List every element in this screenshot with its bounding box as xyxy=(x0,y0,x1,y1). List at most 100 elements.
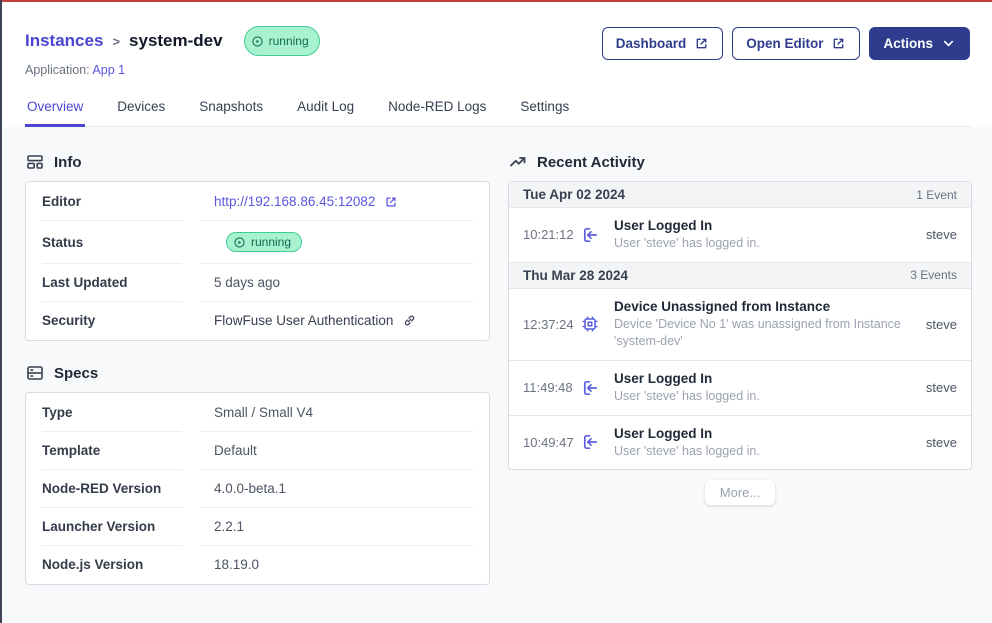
dashboard-button-label: Dashboard xyxy=(616,37,687,51)
event-main: User Logged InUser 'steve' has logged in… xyxy=(614,426,926,460)
top-accent-line xyxy=(0,0,992,2)
content-area: Info Editor http://192.168.86.45:12082 Sta… xyxy=(0,127,992,623)
event-main: User Logged In User 'steve' has logged in… xyxy=(614,371,926,405)
chip-icon xyxy=(580,314,600,334)
login-icon xyxy=(580,378,600,398)
activity-date: Thu Mar 28 2024 xyxy=(523,268,628,283)
chevron-down-icon xyxy=(941,36,956,51)
specs-value: 18.19.0 xyxy=(200,545,473,583)
specs-row: TemplateDefault xyxy=(42,431,473,469)
page-header: Instances > system-dev running Applicati… xyxy=(0,0,992,127)
specs-row: Launcher Version 2.2.1 xyxy=(42,507,473,545)
tab-node-red-logs[interactable]: Node-RED Logs xyxy=(386,99,488,127)
event-title: User Logged In xyxy=(614,218,914,233)
info-value: 5 days ago xyxy=(200,263,473,301)
server-icon xyxy=(25,363,45,383)
event-title: Device Unassigned from Instance xyxy=(614,299,914,314)
info-row: SecurityFlowFuse User Authentication xyxy=(42,301,473,339)
right-column: Recent Activity Tue Apr 02 2024 1 Event 10… xyxy=(508,152,972,505)
tab-audit-log[interactable]: Audit Log xyxy=(295,99,356,127)
event-title: User Logged In xyxy=(614,371,914,386)
open-editor-button[interactable]: Open Editor xyxy=(732,27,860,60)
external-link-icon xyxy=(384,195,398,209)
breadcrumb-instances-link[interactable]: Instances xyxy=(25,29,103,53)
header-actions: Dashboard Open Editor Actions xyxy=(602,27,970,60)
activity-event-row: 12:37:24Device Unassigned from InstanceD… xyxy=(509,289,971,361)
specs-row: Node.js Version 18.19.0 xyxy=(42,545,473,583)
event-user: steve xyxy=(926,380,957,395)
specs-row: Type Small / Small V4 xyxy=(42,394,473,431)
event-description: Device 'Device No 1' was unassigned from… xyxy=(614,316,914,350)
tab-overview[interactable]: Overview xyxy=(25,99,85,127)
tab-settings[interactable]: Settings xyxy=(518,99,571,127)
play-circle-icon xyxy=(233,236,246,249)
event-description: User 'steve' has logged in. xyxy=(614,235,914,252)
specs-value: 4.0.0-beta.1 xyxy=(200,469,473,507)
specs-section-heading: Specs xyxy=(25,363,490,383)
info-label: Last Updated xyxy=(42,263,182,301)
info-label: Editor xyxy=(42,183,182,220)
specs-label: Node-RED Version xyxy=(42,469,182,507)
left-column: Info Editor http://192.168.86.45:12082 Sta… xyxy=(25,152,490,585)
event-user: steve xyxy=(926,227,957,242)
specs-value: 2.2.1 xyxy=(200,507,473,545)
info-value: http://192.168.86.45:12082 xyxy=(200,183,473,220)
event-time: 12:37:24 xyxy=(523,317,580,332)
status-badge: running xyxy=(244,26,320,56)
activity-date: Tue Apr 02 2024 xyxy=(523,187,625,202)
status-badge-label: running xyxy=(251,235,291,249)
play-circle-icon xyxy=(251,35,264,48)
specs-label: Node.js Version xyxy=(42,545,182,583)
event-time: 10:21:12 xyxy=(523,227,580,242)
tab-bar: Overview Devices Snapshots Audit Log Node-RE… xyxy=(25,99,970,127)
application-link[interactable]: App 1 xyxy=(92,63,125,77)
event-title: User Logged In xyxy=(614,426,914,441)
specs-label: Type xyxy=(42,394,182,431)
login-icon xyxy=(580,432,600,452)
specs-value: Small / Small V4 xyxy=(200,394,473,431)
page-title: system-dev xyxy=(129,29,223,53)
info-value: running xyxy=(200,220,473,263)
chevron-right-icon: > xyxy=(112,30,120,54)
info-row: Status running xyxy=(42,220,473,263)
editor-url-link[interactable]: http://192.168.86.45:12082 xyxy=(214,194,398,209)
info-title: Info xyxy=(54,154,82,171)
specs-title: Specs xyxy=(54,365,98,382)
event-description: User 'steve' has logged in. xyxy=(614,388,914,405)
recent-activity-heading: Recent Activity xyxy=(508,152,972,172)
external-link-icon xyxy=(694,36,709,51)
recent-activity-card: Tue Apr 02 2024 1 Event 10:21:12 User Logge… xyxy=(508,181,972,470)
info-row: Last Updated 5 days ago xyxy=(42,263,473,301)
specs-row: Node-RED Version 4.0.0-beta.1 xyxy=(42,469,473,507)
activity-event-count: 1 Event xyxy=(916,188,957,202)
tab-snapshots[interactable]: Snapshots xyxy=(197,99,265,127)
link-icon[interactable] xyxy=(402,313,417,328)
event-main: User Logged In User 'steve' has logged in… xyxy=(614,218,926,252)
application-line: Application: App 1 xyxy=(25,63,320,77)
specs-value: Default xyxy=(200,431,473,469)
activity-event-row: 11:49:48 User Logged In User 'steve' has l… xyxy=(509,361,971,416)
event-user: steve xyxy=(926,435,957,450)
activity-event-row: 10:49:47 User Logged InUser 'steve' has l… xyxy=(509,416,971,470)
info-row: Editor http://192.168.86.45:12082 xyxy=(42,183,473,220)
info-section-heading: Info xyxy=(25,152,490,172)
activity-event-row: 10:21:12 User Logged In User 'steve' has l… xyxy=(509,208,971,263)
template-icon xyxy=(25,152,45,172)
status-badge-label: running xyxy=(269,29,309,53)
info-label: Security xyxy=(42,301,182,339)
specs-label: Launcher Version xyxy=(42,507,182,545)
left-edge-strip xyxy=(0,0,2,623)
event-time: 11:49:48 xyxy=(523,380,580,395)
more-button[interactable]: More... xyxy=(705,480,775,505)
tab-devices[interactable]: Devices xyxy=(115,99,167,127)
event-main: Device Unassigned from Instance Device 'D… xyxy=(614,299,926,350)
specs-card: Type Small / Small V4TemplateDefaultNode-… xyxy=(25,392,490,585)
info-label: Status xyxy=(42,220,182,263)
event-time: 10:49:47 xyxy=(523,435,580,450)
status-badge: running xyxy=(226,232,302,252)
dashboard-button[interactable]: Dashboard xyxy=(602,27,724,60)
application-label: Application: xyxy=(25,63,90,77)
actions-button[interactable]: Actions xyxy=(869,27,970,60)
activity-date-header: Thu Mar 28 20243 Events xyxy=(509,263,971,289)
login-icon xyxy=(580,225,600,245)
